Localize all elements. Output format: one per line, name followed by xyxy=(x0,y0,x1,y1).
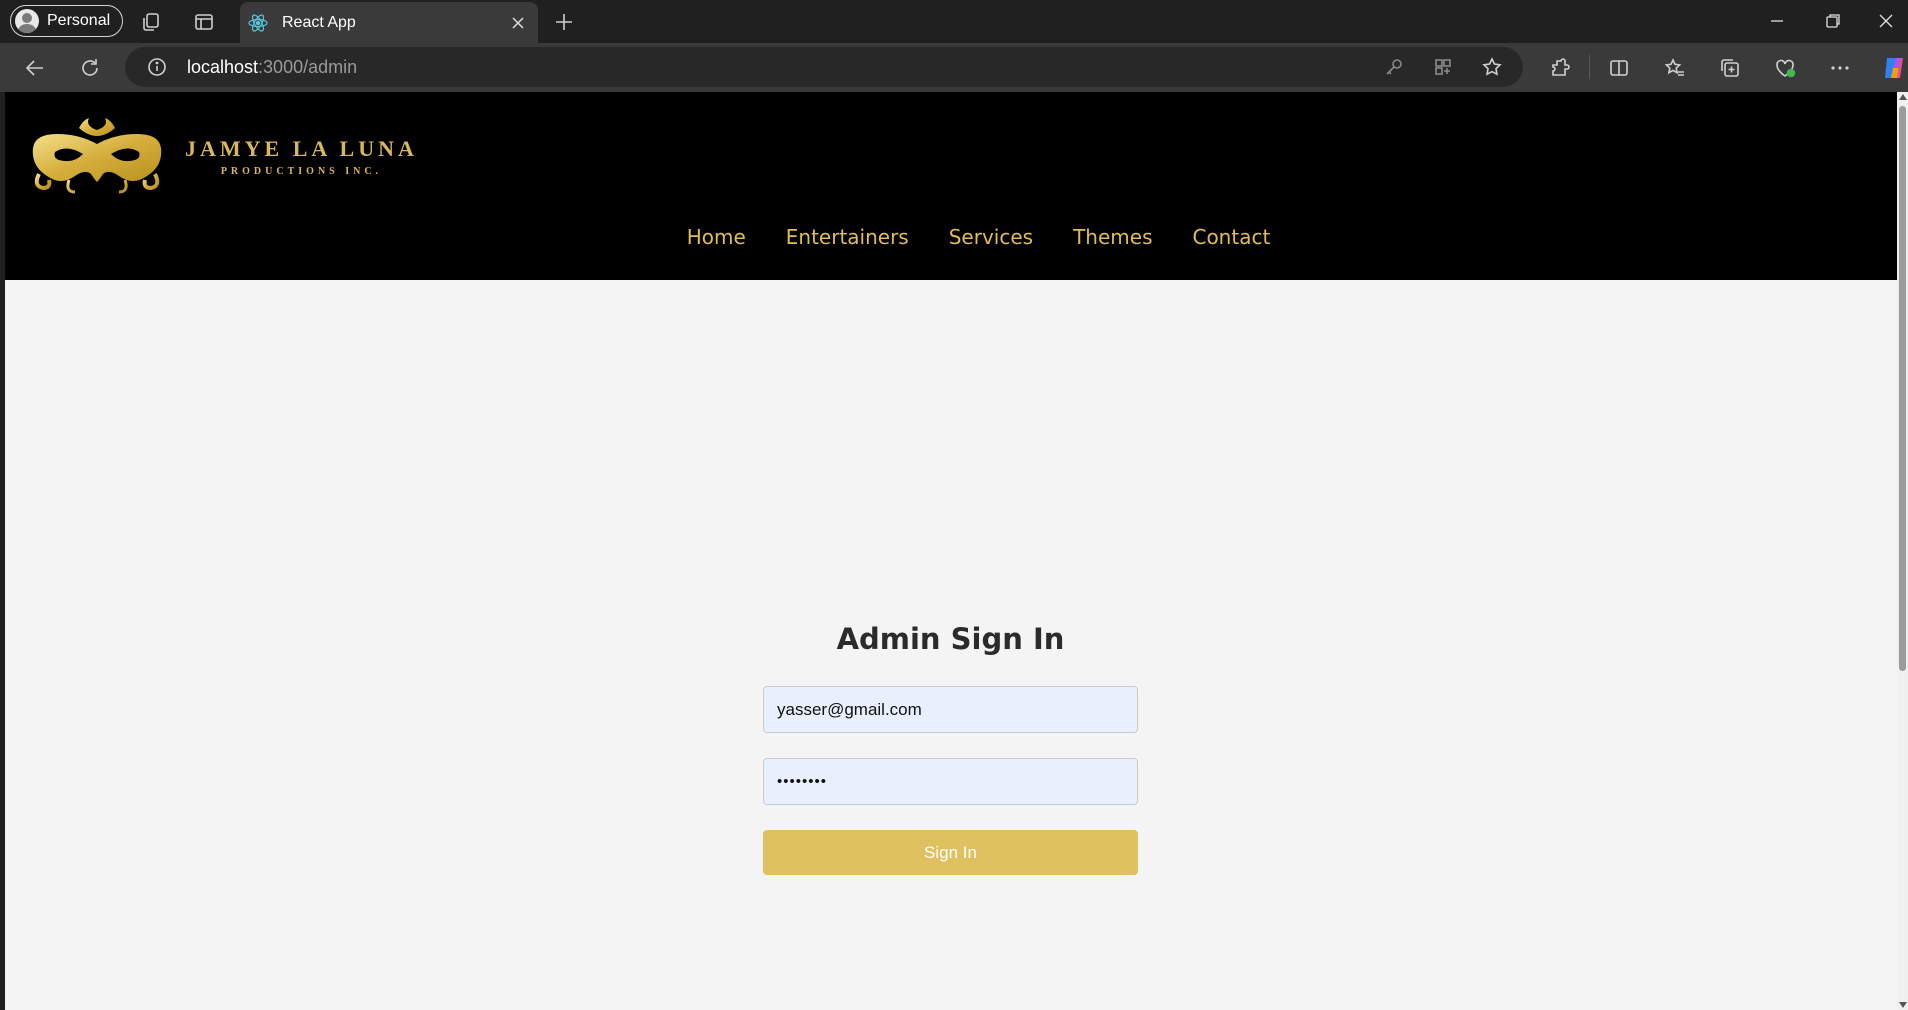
scroll-down-icon[interactable] xyxy=(1899,1002,1907,1008)
brand-name: JAMYE LA LUNA xyxy=(185,136,418,161)
nav-themes[interactable]: Themes xyxy=(1073,225,1152,249)
site-header: JAMYE LA LUNA PRODUCTIONS INC. Home Ente… xyxy=(5,92,1897,280)
close-window-icon[interactable] xyxy=(1864,4,1908,38)
favorite-star-icon[interactable] xyxy=(1481,56,1503,78)
collections-icon[interactable] xyxy=(1718,56,1742,80)
scrollbar-thumb[interactable] xyxy=(1899,106,1906,671)
browser-tab-bar: Personal React App xyxy=(0,0,1908,43)
key-icon[interactable] xyxy=(1383,56,1405,78)
restore-icon[interactable] xyxy=(1808,4,1858,38)
address-bar[interactable]: localhost:3000/admin xyxy=(125,47,1523,87)
sign-in-button[interactable]: Sign In xyxy=(763,830,1138,875)
toolbar-divider xyxy=(1589,55,1590,79)
copilot-icon[interactable] xyxy=(1880,55,1908,81)
nav-contact[interactable]: Contact xyxy=(1192,225,1270,249)
url-host: localhost xyxy=(187,57,259,77)
tab-title: React App xyxy=(282,13,356,31)
page-scrollbar[interactable] xyxy=(1897,92,1908,1010)
tab-actions-icon[interactable] xyxy=(192,10,216,34)
nav-entertainers[interactable]: Entertainers xyxy=(786,225,909,249)
brand-wordmark: JAMYE LA LUNA PRODUCTIONS INC. xyxy=(185,136,418,177)
close-tab-icon[interactable] xyxy=(508,13,528,33)
new-tab-icon[interactable] xyxy=(552,10,576,34)
nav-services[interactable]: Services xyxy=(949,225,1033,249)
workspaces-icon[interactable] xyxy=(139,10,163,34)
profile-label: Personal xyxy=(47,12,111,29)
refresh-icon[interactable] xyxy=(77,55,103,81)
favorites-icon[interactable] xyxy=(1663,56,1687,80)
admin-signin-form: Admin Sign In yasser@gmail.com •••••••• … xyxy=(763,622,1138,875)
url-path: :3000/admin xyxy=(258,57,358,77)
minimize-icon[interactable] xyxy=(1752,4,1802,38)
profile-button[interactable]: Personal xyxy=(10,5,124,37)
more-options-icon[interactable] xyxy=(1828,56,1852,80)
browser-essentials-icon[interactable] xyxy=(1773,56,1797,80)
react-icon xyxy=(248,13,268,33)
scroll-up-icon[interactable] xyxy=(1899,94,1907,100)
nav-home[interactable]: Home xyxy=(687,225,746,249)
site-logo[interactable]: JAMYE LA LUNA PRODUCTIONS INC. xyxy=(29,114,418,199)
page-viewport: JAMYE LA LUNA PRODUCTIONS INC. Home Ente… xyxy=(5,92,1897,1010)
main-nav: Home Entertainers Services Themes Contac… xyxy=(5,225,1897,249)
mask-logo-icon xyxy=(29,114,165,199)
url-text: localhost:3000/admin xyxy=(187,57,357,78)
password-field[interactable]: •••••••• xyxy=(763,758,1138,805)
browser-toolbar: localhost:3000/admin xyxy=(0,43,1908,92)
brand-subtitle: PRODUCTIONS INC. xyxy=(220,166,383,177)
back-icon[interactable] xyxy=(22,55,48,81)
page-title: Admin Sign In xyxy=(836,622,1065,656)
tab-react-app[interactable]: React App xyxy=(240,2,538,43)
email-field[interactable]: yasser@gmail.com xyxy=(763,686,1138,733)
site-info-icon[interactable] xyxy=(147,57,167,77)
app-available-icon[interactable] xyxy=(1432,56,1454,78)
avatar-icon xyxy=(15,9,39,33)
extensions-icon[interactable] xyxy=(1548,56,1572,80)
split-screen-icon[interactable] xyxy=(1607,56,1631,80)
